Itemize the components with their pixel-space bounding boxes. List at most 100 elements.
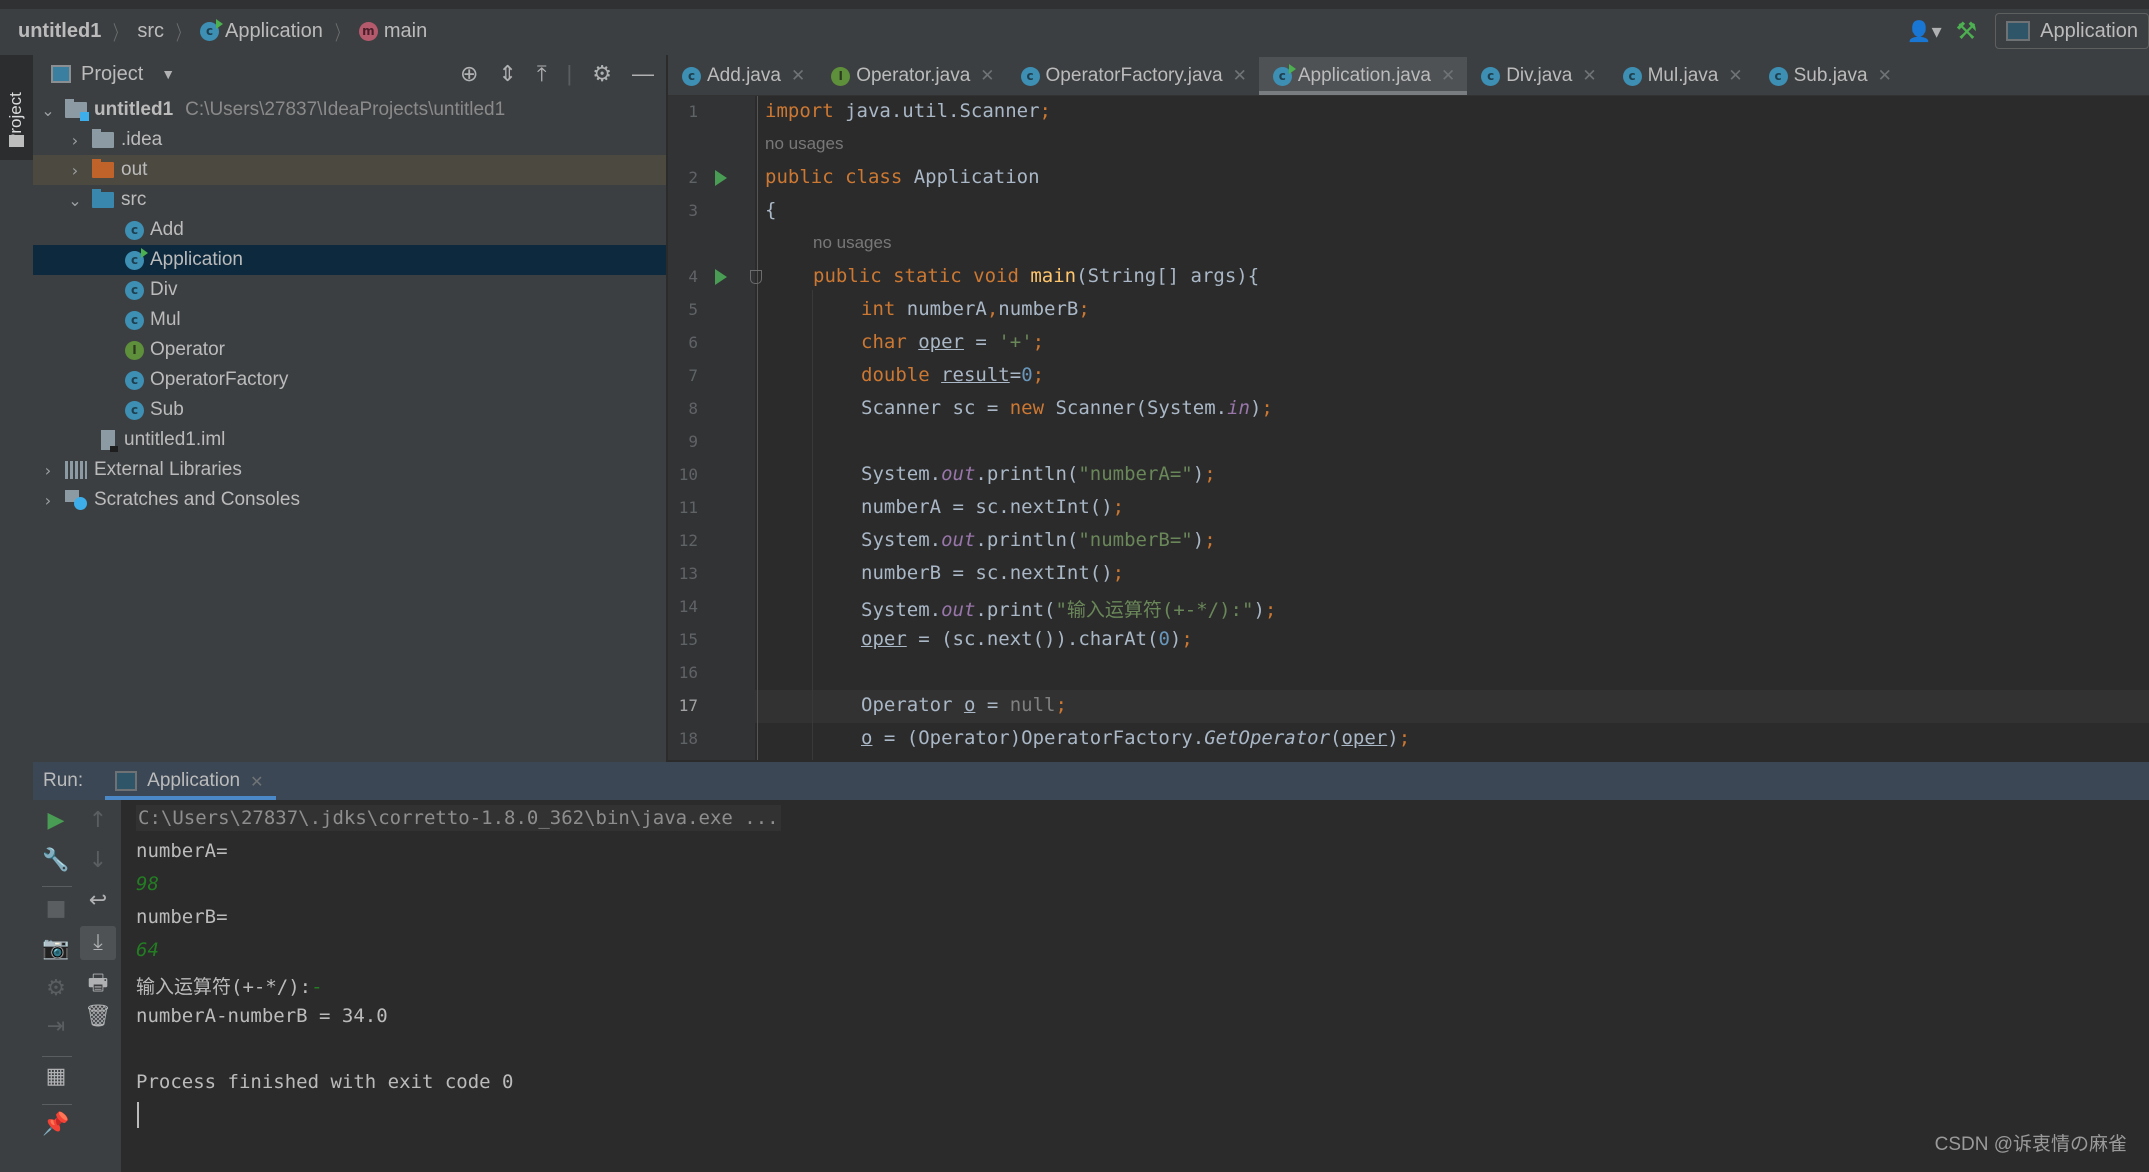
print-icon[interactable]: 🖶 [80,966,116,1004]
console-line: numberA= [136,840,228,862]
tab-sub-java[interactable]: c Sub.java ✕ [1755,57,1904,95]
application-config-icon [2006,21,2031,41]
close-icon[interactable]: ✕ [1233,66,1247,86]
project-tool-window-tab[interactable]: Project [0,55,33,160]
editor-gutter[interactable] [668,96,755,760]
code-token: ; [1261,397,1273,419]
run-gutter-icon[interactable] [715,170,727,186]
tab-application-java[interactable]: c Application.java ✕ [1258,57,1468,95]
close-icon[interactable]: ✕ [980,66,994,86]
arrow-up-icon[interactable]: ↑ [80,808,116,833]
minimize-icon[interactable]: — [632,61,654,87]
tree-item-src[interactable]: ⌄ src [33,185,666,215]
tree-item-out[interactable]: › out [33,155,666,185]
fold-icon[interactable] [750,270,762,284]
chevron-down-icon[interactable]: ▼ [161,66,175,82]
close-icon[interactable]: ✕ [791,66,805,86]
code-token: "numberB=" [1078,529,1193,551]
breadcrumb-class[interactable]: c Application [200,18,323,43]
breadcrumb-folder[interactable]: src [137,20,164,43]
close-icon[interactable]: ✕ [1441,66,1455,86]
wrench-icon[interactable]: 🔧 [38,848,74,873]
pin-icon[interactable]: 📌 [38,1112,74,1137]
breadcrumb-method[interactable]: m main [358,20,427,43]
tree-item-external-libraries[interactable]: › External Libraries [33,455,666,485]
project-view-selector[interactable]: Project [81,63,143,86]
code-editor[interactable] [668,96,2149,760]
tree-item-sub[interactable]: c Sub [33,395,666,425]
tree-item-label: Operator [150,339,225,360]
hammer-icon[interactable]: ⚒ [1956,17,1978,46]
code-line-8: Scanner sc = new Scanner(System.in); [861,397,1273,419]
tree-item-operatorfactory[interactable]: c OperatorFactory [33,365,666,395]
code-token: numberA [895,298,987,320]
code-token: ) [1192,529,1205,551]
left-tool-window-strip [0,55,34,1172]
line-number: 9 [688,432,698,451]
exit-icon[interactable]: ⇥ [38,1014,74,1039]
trash-icon[interactable]: 🗑 [80,1004,116,1029]
gear-icon[interactable]: ⚙ [592,61,612,87]
close-icon[interactable]: ✕ [1878,66,1892,86]
breadcrumb-project[interactable]: untitled1 [18,20,101,43]
scroll-to-end-icon[interactable]: ⤓ [80,926,116,960]
chevron-right-icon[interactable]: › [39,461,57,480]
tree-item-mul[interactable]: c Mul [33,305,666,335]
tree-item-add[interactable]: c Add [33,215,666,245]
close-icon[interactable]: ✕ [250,772,263,791]
chevron-down-icon[interactable]: ⌄ [39,101,57,120]
tab-div-java[interactable]: c Div.java ✕ [1467,57,1608,95]
code-token: out [941,599,976,621]
soft-wrap-icon[interactable]: ↩ [80,888,116,913]
code-line-7: double result=0; [861,364,1044,386]
chevron-right-icon[interactable]: › [66,161,84,180]
stop-icon[interactable]: ■ [38,896,74,921]
user-icon[interactable]: 👤▾ [1907,19,1942,44]
chevron-down-icon[interactable]: ⌄ [66,191,84,210]
usages-hint[interactable]: no usages [765,134,843,154]
tab-operator-java[interactable]: I Operator.java ✕ [817,57,1006,95]
tab-operatorfactory-java[interactable]: c OperatorFactory.java ✕ [1007,57,1259,95]
run-gutter-icon[interactable] [715,269,727,285]
scratches-icon [65,490,87,510]
tab-add-java[interactable]: c Add.java ✕ [668,57,817,95]
camera-icon[interactable]: 📷 [38,936,74,961]
rerun-icon[interactable]: ▶ [38,808,74,833]
layout-icon[interactable]: ▦ [38,1064,74,1089]
collapse-all-icon[interactable]: ⤒ [537,61,547,87]
tree-item-application[interactable]: c Application [33,245,666,275]
code-token: o [861,727,873,749]
expand-all-icon[interactable]: ⇕ [498,61,516,87]
tree-item-operator[interactable]: I Operator [33,335,666,365]
chevron-right-icon[interactable]: › [39,491,57,510]
class-icon: c [125,370,144,390]
tree-item-label: out [121,159,148,180]
code-token: char [861,331,907,353]
code-token: ) [1169,628,1182,650]
usages-hint[interactable]: no usages [813,233,891,253]
close-icon[interactable]: ✕ [1728,66,1742,86]
run-tab-application[interactable]: Application ✕ [105,762,276,800]
locate-icon[interactable]: ⊕ [460,61,478,87]
run-configuration-selector[interactable]: Application [1995,13,2149,49]
class-icon: c [1481,66,1501,86]
debug-settings-icon[interactable]: ⚙ [38,976,74,1001]
tab-label: Operator.java [856,65,971,86]
arrow-down-icon[interactable]: ↓ [80,848,116,873]
console-output[interactable] [121,800,2149,1172]
code-token: "numberA=" [1078,463,1193,485]
code-line-3: { [765,199,776,221]
tree-item-label: .idea [121,129,163,150]
tree-item-idea[interactable]: › .idea [33,125,666,155]
tree-item-untitled1[interactable]: ⌄ untitled1 C:\Users\27837\IdeaProjects\… [33,95,666,125]
chevron-right-icon[interactable]: › [66,131,84,150]
tab-mul-java[interactable]: c Mul.java ✕ [1609,57,1755,95]
folder-icon [9,135,24,147]
tree-item-iml[interactable]: untitled1.iml [33,425,666,455]
tree-item-scratches[interactable]: › Scratches and Consoles [33,485,666,515]
line-number: 10 [678,465,698,484]
tree-item-div[interactable]: c Div [33,275,666,305]
code-token: ; [1055,694,1067,716]
close-icon[interactable]: ✕ [1582,66,1596,86]
folder-icon [92,129,114,148]
